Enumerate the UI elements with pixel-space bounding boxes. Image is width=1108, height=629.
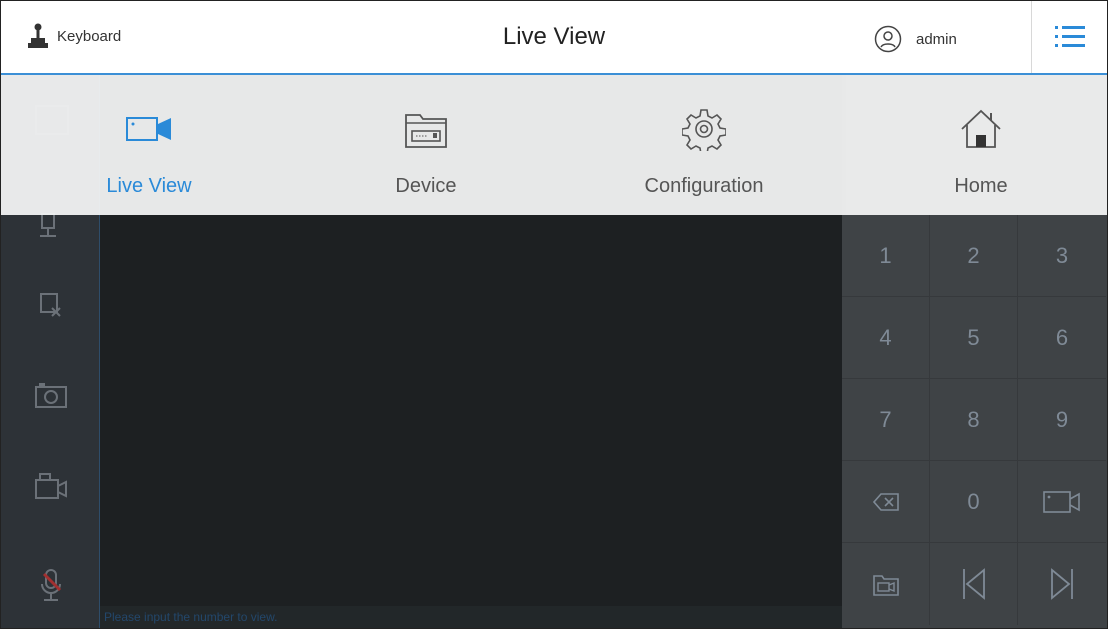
device-icon bbox=[405, 114, 447, 148]
joystick-icon bbox=[28, 23, 48, 48]
menu-item-device[interactable]: Device bbox=[326, 75, 526, 215]
status-message: Please input the number to view. bbox=[100, 606, 842, 628]
close-window-icon[interactable] bbox=[31, 285, 71, 325]
menu-list-icon bbox=[1055, 26, 1085, 47]
menu-item-label: Configuration bbox=[644, 175, 764, 197]
username: admin bbox=[916, 30, 957, 48]
key-2[interactable]: 2 bbox=[930, 215, 1018, 297]
key-5[interactable]: 5 bbox=[930, 297, 1018, 379]
user-account[interactable]: admin bbox=[874, 25, 957, 53]
user-icon bbox=[874, 25, 902, 53]
key-0[interactable]: 0 bbox=[930, 461, 1018, 543]
key-7[interactable]: 7 bbox=[842, 379, 930, 461]
video-camera-icon bbox=[126, 117, 171, 141]
key-8[interactable]: 8 bbox=[930, 379, 1018, 461]
snapshot-camera-icon[interactable] bbox=[31, 375, 71, 415]
next-key[interactable] bbox=[1018, 543, 1106, 625]
menu-item-configuration[interactable]: Configuration bbox=[604, 75, 804, 215]
next-icon bbox=[1051, 568, 1073, 600]
video-camera-icon bbox=[1043, 490, 1080, 513]
home-icon bbox=[961, 109, 1001, 148]
previous-key[interactable] bbox=[930, 543, 1018, 625]
menu-item-home[interactable]: Home bbox=[881, 75, 1081, 215]
previous-icon bbox=[962, 568, 985, 600]
backspace-icon bbox=[872, 492, 899, 511]
app-window: Please input the number to view. 1 2 3 4… bbox=[0, 0, 1108, 629]
menu-item-label: Live View bbox=[106, 175, 192, 197]
record-icon[interactable] bbox=[31, 467, 71, 507]
backspace-key[interactable] bbox=[842, 461, 930, 543]
playback-key[interactable] bbox=[842, 543, 930, 625]
playback-folder-icon bbox=[872, 575, 899, 596]
camera-key[interactable] bbox=[1018, 461, 1106, 543]
key-1[interactable]: 1 bbox=[842, 215, 930, 297]
microphone-icon[interactable] bbox=[31, 565, 71, 605]
top-bar: Keyboard Live View admin bbox=[1, 1, 1107, 75]
menu-item-label: Device bbox=[395, 175, 457, 197]
menu-item-label: Home bbox=[954, 175, 1008, 197]
key-6[interactable]: 6 bbox=[1018, 297, 1106, 379]
menu-item-live-view[interactable]: Live View bbox=[49, 75, 249, 215]
keyboard-label: Keyboard bbox=[57, 27, 122, 45]
keyboard-button[interactable]: Keyboard bbox=[27, 23, 121, 49]
gear-icon bbox=[682, 109, 726, 151]
key-4[interactable]: 4 bbox=[842, 297, 930, 379]
key-3[interactable]: 3 bbox=[1018, 215, 1106, 297]
main-menu-dropdown: Live View Device Configuration Home bbox=[1, 75, 1107, 215]
menu-button[interactable] bbox=[1031, 1, 1107, 73]
key-9[interactable]: 9 bbox=[1018, 379, 1106, 461]
numeric-keypad: 1 2 3 4 5 6 7 8 9 0 bbox=[842, 215, 1107, 628]
